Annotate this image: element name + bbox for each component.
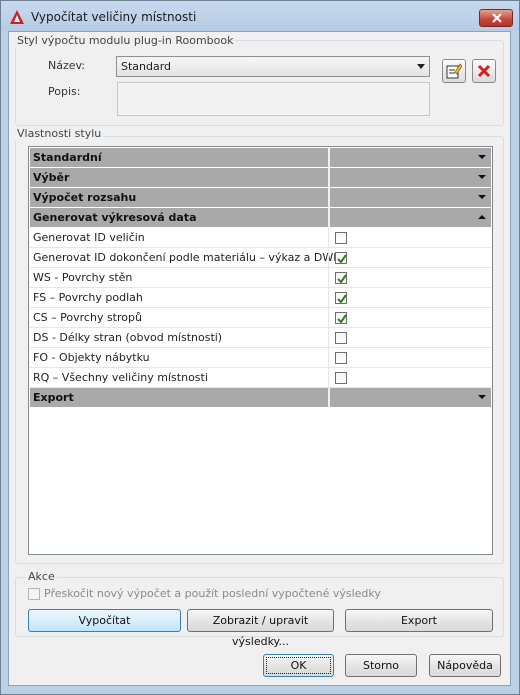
category-range[interactable]: Výpočet rozsahu [30,188,491,208]
category-standard[interactable]: Standardní [30,148,491,168]
edit-style-button[interactable] [442,59,466,83]
property-checkbox[interactable] [335,232,347,244]
export-button[interactable]: Export [345,609,493,632]
column-divider [328,268,329,287]
delete-style-button[interactable] [472,59,496,83]
property-label: Generovat ID dokončení podle materiálu –… [33,251,340,264]
category-standard-label: Standardní [33,151,102,164]
style-name-dropdown[interactable]: Standard [116,56,430,77]
property-row: FS – Povrchy podlah [30,288,491,308]
category-selection-label: Výběr [33,171,70,184]
property-checkbox[interactable] [335,332,347,344]
description-label: Popis: [48,85,81,98]
window-title: Vypočítat veličiny místnosti [31,10,197,24]
property-row: WS - Povrchy stěn [30,268,491,288]
column-divider [328,188,330,207]
show-edit-results-button[interactable]: Zobrazit / upravit výsledky... [187,609,334,648]
cancel-button[interactable]: Storno [345,654,417,677]
skip-recalculation-checkbox[interactable] [28,588,40,600]
column-divider [328,248,329,267]
column-divider [328,148,330,167]
column-divider [328,348,329,367]
name-label: Název: [48,59,86,72]
property-label: RQ – Všechny veličiny místnosti [33,371,208,384]
property-checkbox[interactable] [335,272,347,284]
property-label: FO - Objekty nábytku [33,351,150,364]
property-checkbox[interactable] [335,252,347,264]
delete-x-icon [477,64,491,78]
check-icon [337,254,347,264]
column-divider [328,388,330,407]
dialog-window: Vypočítat veličiny místnosti Styl výpočt… [0,0,520,695]
property-label: DS - Délky stran (obvod místnosti) [33,331,223,344]
property-row: Generovat ID veličin [30,228,491,248]
column-divider [328,168,330,187]
actions-label: Akce [26,570,57,583]
property-row: CS – Povrchy stropů [30,308,491,328]
check-icon [337,274,347,284]
expand-arrow-icon [478,195,486,199]
calculate-button[interactable]: Vypočítat [28,609,181,632]
edit-document-icon [446,63,462,79]
column-divider [328,228,329,247]
style-description-field[interactable] [117,82,430,116]
category-generate-label: Generovat výkresová data [33,211,197,224]
title-bar[interactable]: Vypočítat veličiny místnosti [1,1,519,31]
property-checkbox[interactable] [335,312,347,324]
autocad-logo-icon [9,9,25,25]
skip-recalculation-label: Přeskočit nový výpočet a použít poslední… [44,587,381,600]
category-generate[interactable]: Generovat výkresová data [30,208,491,228]
category-export-label: Export [33,391,74,404]
property-label: CS – Povrchy stropů [33,311,142,324]
close-button[interactable] [479,9,513,27]
ok-button[interactable]: OK [263,654,334,677]
category-range-label: Výpočet rozsahu [33,191,137,204]
chevron-down-icon [417,64,425,69]
category-selection[interactable]: Výběr [30,168,491,188]
property-grid[interactable]: Standardní Výběr Výpočet rozsahu Generov… [28,146,493,555]
column-divider [328,368,329,387]
property-label: Generovat ID veličin [33,231,145,244]
property-label: FS – Povrchy podlah [33,291,143,304]
property-row: Generovat ID dokončení podle materiálu –… [30,248,491,268]
property-row: FO - Objekty nábytku [30,348,491,368]
property-checkbox[interactable] [335,372,347,384]
property-row: DS - Délky stran (obvod místnosti) [30,328,491,348]
expand-arrow-icon [478,155,486,159]
property-label: WS - Povrchy stěn [33,271,133,284]
expand-arrow-icon [478,395,486,399]
column-divider [328,328,329,347]
check-icon [337,314,347,324]
collapse-arrow-icon [478,215,486,219]
style-properties-label: Vlastnosti stylu [15,127,104,140]
column-divider [328,288,329,307]
property-checkbox[interactable] [335,292,347,304]
property-checkbox[interactable] [335,352,347,364]
column-divider [328,308,329,327]
style-group-label: Styl výpočtu modulu plug-in Roombook [15,34,236,47]
expand-arrow-icon [478,175,486,179]
help-button[interactable]: Nápověda [429,654,501,677]
check-icon [337,294,347,304]
property-row: RQ – Všechny veličiny místnosti [30,368,491,388]
style-name-value: Standard [121,60,172,73]
category-export[interactable]: Export [30,388,491,408]
column-divider [328,208,330,227]
dialog-client-area: Styl výpočtu modulu plug-in Roombook Náz… [8,31,511,686]
close-icon [492,13,502,23]
